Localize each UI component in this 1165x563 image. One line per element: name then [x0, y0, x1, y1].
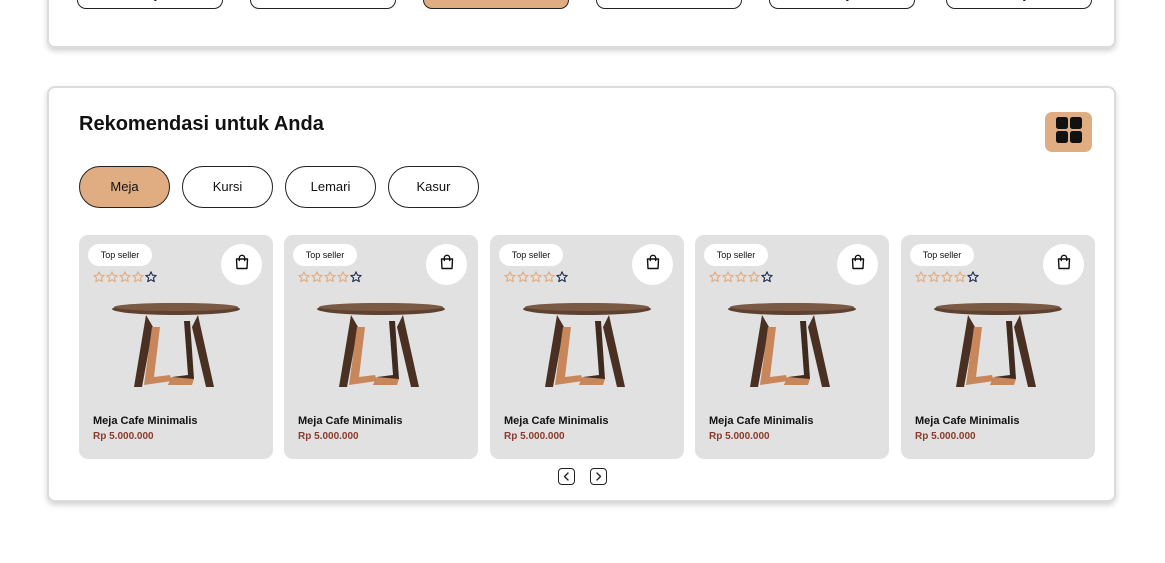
add-to-cart-button[interactable]: [221, 244, 262, 285]
star-filled-icon: [106, 270, 118, 288]
category-tab-kursi[interactable]: Kursi: [250, 0, 396, 9]
product-price: Rp 5.000.000: [93, 431, 154, 442]
product-image: [928, 297, 1068, 402]
product-image: [517, 297, 657, 402]
section-title: Rekomendasi untuk Anda: [79, 113, 324, 135]
product-card[interactable]: Top seller Meja Cafe Minimalis Rp 5.000.…: [490, 235, 684, 459]
top-seller-badge: Top seller: [910, 244, 974, 266]
star-filled-icon: [735, 270, 747, 288]
category-tab-lemari[interactable]: Lemari: [423, 0, 569, 9]
star-rating: [709, 270, 773, 288]
add-to-cart-button[interactable]: [1043, 244, 1084, 285]
product-image: [722, 297, 862, 402]
product-card[interactable]: Top seller Meja Cafe Minimalis Rp 5.000.…: [284, 235, 478, 459]
star-filled-icon: [722, 270, 734, 288]
chevron-left-icon: [562, 468, 571, 486]
star-filled-icon: [709, 270, 721, 288]
star-filled-icon: [543, 270, 555, 288]
product-image: [106, 297, 246, 402]
next-page-button[interactable]: [590, 468, 607, 485]
filter-lemari[interactable]: Lemari: [285, 166, 376, 208]
product-name: Meja Cafe Minimalis: [298, 415, 403, 427]
product-card[interactable]: Top seller Meja Cafe Minimalis Rp 5.000.…: [79, 235, 273, 459]
product-price: Rp 5.000.000: [915, 431, 976, 442]
category-tab-meja-2[interactable]: Meja: [769, 0, 915, 9]
star-filled-icon: [504, 270, 516, 288]
shopping-bag-icon: [233, 253, 251, 276]
grid-view-button[interactable]: [1045, 112, 1092, 152]
star-rating: [93, 270, 157, 288]
star-empty-icon: [350, 270, 362, 288]
category-tab-kasur[interactable]: Kasur: [596, 0, 742, 9]
filter-kursi[interactable]: Kursi: [182, 166, 273, 208]
star-rating: [504, 270, 568, 288]
chevron-right-icon: [594, 468, 603, 486]
star-filled-icon: [337, 270, 349, 288]
star-rating: [915, 270, 979, 288]
shopping-bag-icon: [644, 253, 662, 276]
star-filled-icon: [298, 270, 310, 288]
recommendation-panel: Rekomendasi untuk Anda Meja Kursi Lemari…: [47, 86, 1116, 502]
top-seller-badge: Top seller: [499, 244, 563, 266]
star-filled-icon: [530, 270, 542, 288]
product-name: Meja Cafe Minimalis: [504, 415, 609, 427]
prev-page-button[interactable]: [558, 468, 575, 485]
add-to-cart-button[interactable]: [426, 244, 467, 285]
star-empty-icon: [761, 270, 773, 288]
category-panel: Meja Kursi Lemari Kasur Meja Meja: [47, 0, 1116, 48]
shopping-bag-icon: [438, 253, 456, 276]
category-tab-meja[interactable]: Meja: [77, 0, 223, 9]
category-tab-meja-3[interactable]: Meja: [946, 0, 1092, 9]
add-to-cart-button[interactable]: [837, 244, 878, 285]
product-price: Rp 5.000.000: [298, 431, 359, 442]
product-image: [311, 297, 451, 402]
star-filled-icon: [311, 270, 323, 288]
star-filled-icon: [132, 270, 144, 288]
product-price: Rp 5.000.000: [709, 431, 770, 442]
top-seller-badge: Top seller: [704, 244, 768, 266]
add-to-cart-button[interactable]: [632, 244, 673, 285]
product-name: Meja Cafe Minimalis: [915, 415, 1020, 427]
star-empty-icon: [967, 270, 979, 288]
shopping-bag-icon: [849, 253, 867, 276]
star-filled-icon: [941, 270, 953, 288]
star-filled-icon: [517, 270, 529, 288]
star-filled-icon: [928, 270, 940, 288]
product-name: Meja Cafe Minimalis: [93, 415, 198, 427]
star-empty-icon: [145, 270, 157, 288]
top-seller-badge: Top seller: [88, 244, 152, 266]
shopping-bag-icon: [1055, 253, 1073, 276]
star-filled-icon: [119, 270, 131, 288]
product-card[interactable]: Top seller Meja Cafe Minimalis Rp 5.000.…: [901, 235, 1095, 459]
top-seller-badge: Top seller: [293, 244, 357, 266]
star-filled-icon: [93, 270, 105, 288]
grid-icon: [1055, 116, 1083, 149]
filter-meja[interactable]: Meja: [79, 166, 170, 208]
product-price: Rp 5.000.000: [504, 431, 565, 442]
filter-kasur[interactable]: Kasur: [388, 166, 479, 208]
product-card[interactable]: Top seller Meja Cafe Minimalis Rp 5.000.…: [695, 235, 889, 459]
star-filled-icon: [915, 270, 927, 288]
product-name: Meja Cafe Minimalis: [709, 415, 814, 427]
star-empty-icon: [556, 270, 568, 288]
star-filled-icon: [324, 270, 336, 288]
star-filled-icon: [954, 270, 966, 288]
star-rating: [298, 270, 362, 288]
star-filled-icon: [748, 270, 760, 288]
